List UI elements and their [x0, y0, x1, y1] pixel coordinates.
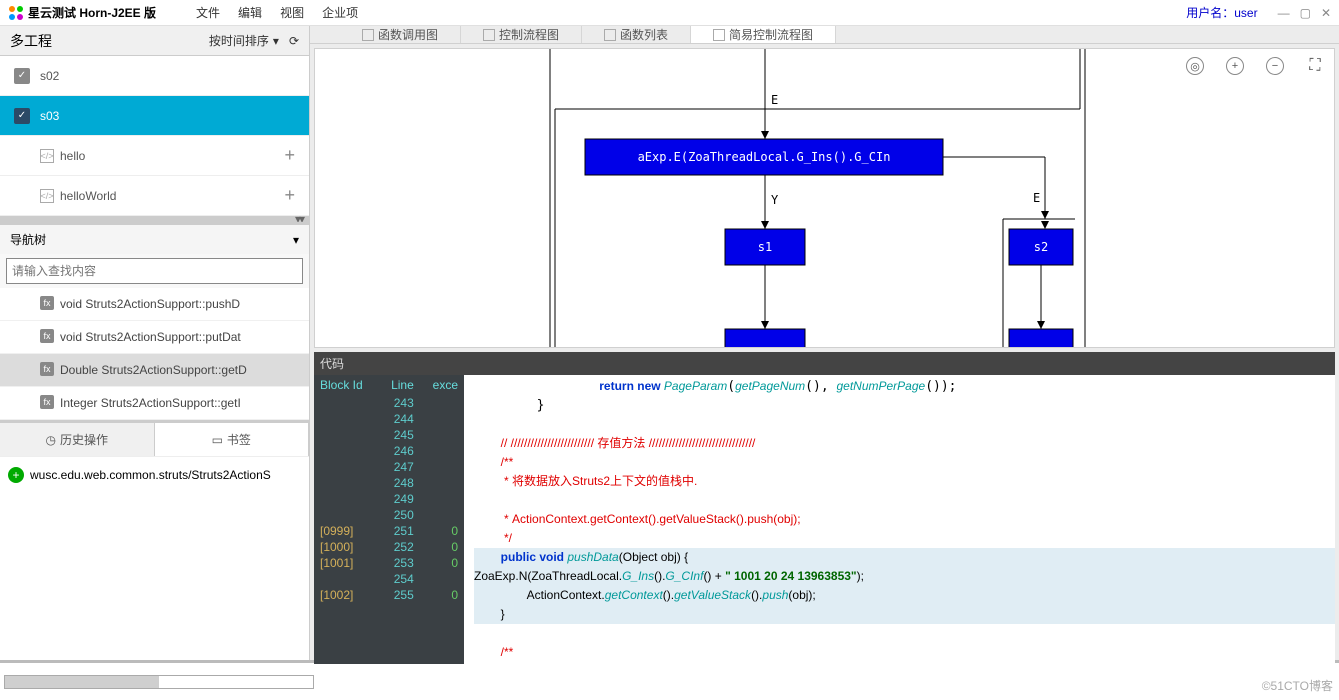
code-icon: </> [40, 189, 54, 203]
plus-icon[interactable]: + [284, 185, 295, 206]
project-item[interactable]: </>hello+ [0, 136, 309, 176]
tab-icon [362, 29, 374, 41]
maximize-icon[interactable]: ▢ [1300, 6, 1311, 20]
add-icon[interactable]: + [8, 467, 24, 483]
fx-icon: fx [40, 296, 54, 310]
svg-text:E: E [1033, 191, 1040, 205]
chevron-down-icon[interactable]: ▾ [293, 233, 299, 247]
refresh-icon[interactable]: ⟳ [289, 34, 299, 48]
navtree-item[interactable]: fxDouble Struts2ActionSupport::getD [0, 354, 309, 387]
sort-dropdown[interactable]: 按时间排序 ▾ ⟳ [209, 32, 299, 49]
content-area: 函数调用图控制流程图函数列表简易控制流程图 ◎ + − ⛶ E aExp.E(Z… [310, 26, 1339, 660]
project-item[interactable]: </>helloWorld+ [0, 176, 309, 216]
project-item[interactable]: ✓s03 [0, 96, 309, 136]
content-tab[interactable]: 简易控制流程图 [691, 26, 836, 43]
svg-text:s1: s1 [758, 240, 772, 254]
tab-icon [604, 29, 616, 41]
content-tab[interactable]: 函数调用图 [340, 26, 461, 43]
bottom-tabs: ◷历史操作 ▭书签 [0, 420, 309, 456]
fx-icon: fx [40, 329, 54, 343]
close-icon[interactable]: ✕ [1321, 6, 1331, 20]
tab-icon [713, 29, 725, 41]
toggle-icon: ✓ [14, 108, 30, 124]
menu-file[interactable]: 文件 [196, 4, 220, 21]
path-text: wusc.edu.web.common.struts/Struts2Action… [30, 468, 271, 482]
code-label: 代码 [314, 352, 1335, 375]
svg-text:s2: s2 [1034, 240, 1048, 254]
app-logo-icon [8, 5, 24, 21]
user-label: 用户名：user [1186, 4, 1257, 21]
window-controls: — ▢ ✕ [1278, 6, 1331, 20]
flow-diagram[interactable]: ◎ + − ⛶ E aExp.E(ZoaThreadLocal.G_Ins().… [314, 48, 1335, 348]
navtree-item[interactable]: fxvoid Struts2ActionSupport::putDat [0, 321, 309, 354]
tab-history[interactable]: ◷历史操作 [0, 423, 155, 456]
svg-text:Y: Y [771, 193, 779, 207]
titlebar: 星云测试 Horn-J2EE 版 文件 编辑 视图 企业项 用户名：user —… [0, 0, 1339, 26]
sidebar-title: 多工程 [10, 31, 52, 51]
watermark: ©51CTO博客 [1262, 677, 1333, 694]
content-tab[interactable]: 函数列表 [582, 26, 691, 43]
content-tabs: 函数调用图控制流程图函数列表简易控制流程图 [310, 26, 1339, 44]
toggle-icon: ✓ [14, 68, 30, 84]
minimize-icon[interactable]: — [1278, 6, 1290, 20]
svg-text:E: E [771, 93, 778, 107]
h-scrollbar[interactable] [4, 675, 314, 689]
code-pane[interactable]: return new PageParam(getPageNum(), getNu… [464, 375, 1335, 664]
content-tab[interactable]: 控制流程图 [461, 26, 582, 43]
navtree-list: fxvoid Struts2ActionSupport::pushDfxvoid… [0, 288, 309, 420]
navtree-item[interactable]: fxInteger Struts2ActionSupport::getI [0, 387, 309, 420]
footer [0, 660, 1339, 700]
code-gutter: Block IdLineexce 24324424524624724824925… [314, 375, 464, 664]
tab-icon [483, 29, 495, 41]
bookmark-icon: ▭ [212, 433, 223, 447]
flow-svg: E aExp.E(ZoaThreadLocal.G_Ins().G_CIn Y … [315, 49, 1325, 348]
navtree-title: 导航树 [10, 231, 46, 248]
project-item[interactable]: ✓s02 [0, 56, 309, 96]
clock-icon: ◷ [46, 433, 56, 447]
sidebar: 多工程 按时间排序 ▾ ⟳ ✓s02✓s03</>hello+</>helloW… [0, 26, 310, 660]
project-list: ✓s02✓s03</>hello+</>helloWorld+ [0, 56, 309, 216]
sidebar-header: 多工程 按时间排序 ▾ ⟳ [0, 26, 309, 56]
fx-icon: fx [40, 362, 54, 376]
menu-edit[interactable]: 编辑 [238, 4, 262, 21]
code-icon: </> [40, 149, 54, 163]
svg-text:aExp.E(ZoaThreadLocal.G_Ins().: aExp.E(ZoaThreadLocal.G_Ins().G_CIn [638, 150, 891, 164]
plus-icon[interactable]: + [284, 145, 295, 166]
menu-view[interactable]: 视图 [280, 4, 304, 21]
navtree-item[interactable]: fxvoid Struts2ActionSupport::pushD [0, 288, 309, 321]
path-row[interactable]: + wusc.edu.web.common.struts/Struts2Acti… [0, 456, 309, 493]
code-section: 代码 Block IdLineexce 24324424524624724824… [314, 352, 1335, 664]
menu-enterprise[interactable]: 企业项 [322, 4, 358, 21]
app-title: 星云测试 Horn-J2EE 版 [28, 4, 156, 21]
menubar: 文件 编辑 视图 企业项 [196, 4, 358, 21]
search-input[interactable] [6, 258, 303, 284]
chevron-down-icon: ▾ [273, 34, 279, 48]
tab-bookmark[interactable]: ▭书签 [155, 423, 310, 456]
navtree-header: 导航树 ▾ [0, 225, 309, 254]
fx-icon: fx [40, 395, 54, 409]
